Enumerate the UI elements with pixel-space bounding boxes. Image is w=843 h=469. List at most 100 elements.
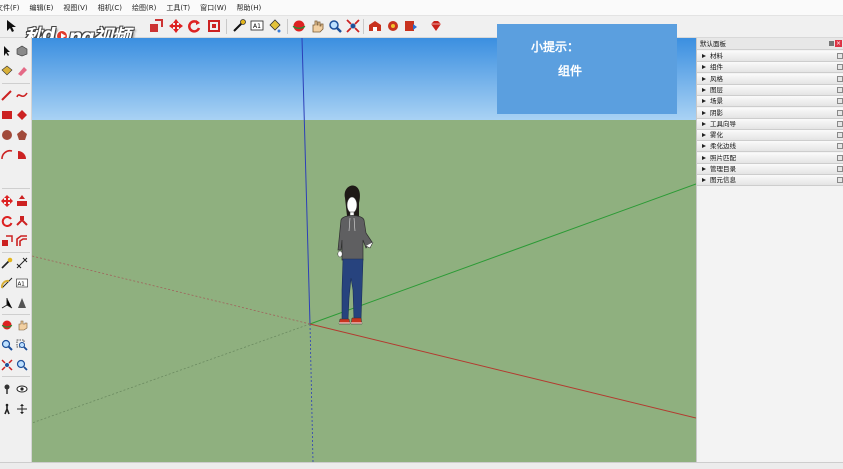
look-around-icon[interactable] [15,382,29,396]
select-arrow-icon[interactable] [3,18,19,34]
paint-bucket-icon[interactable] [0,64,14,78]
zoom-window-icon[interactable] [15,338,29,352]
pin-icon[interactable] [829,41,834,46]
tray-panel[interactable]: 材料 [697,51,843,62]
menu-draw[interactable]: 绘图(R) [130,2,158,14]
menu-view[interactable]: 视图(V) [61,2,89,14]
pan-icon[interactable] [309,18,325,34]
zoom-icon[interactable] [0,338,14,352]
panel-close-icon[interactable] [837,143,843,150]
freehand-icon[interactable] [15,88,29,102]
panel-close-icon[interactable] [837,109,843,116]
3d-text-icon[interactable] [15,296,29,310]
component-icon[interactable] [15,44,29,58]
warehouse-icon[interactable] [367,18,383,34]
menu-camera[interactable]: 相机(C) [96,2,124,14]
arc-icon[interactable] [0,148,14,162]
expand-arrow-icon[interactable] [702,99,706,104]
expand-arrow-icon[interactable] [702,87,706,92]
menu-tools[interactable]: 工具(T) [164,2,192,14]
section-plane-icon[interactable] [15,402,29,416]
position-camera-icon[interactable] [0,382,14,396]
zoom-icon[interactable] [327,18,343,34]
close-icon[interactable]: × [835,40,842,47]
orbit-icon[interactable] [291,18,307,34]
expand-arrow-icon[interactable] [702,155,706,160]
panel-close-icon[interactable] [837,132,843,139]
expand-arrow-icon[interactable] [702,121,706,126]
zoom-extents-icon[interactable] [0,358,14,372]
menu-bar: 文件(F) 编辑(E) 视图(V) 相机(C) 绘图(R) 工具(T) 窗口(W… [0,0,843,16]
line-icon[interactable] [0,88,14,102]
expand-arrow-icon[interactable] [702,54,706,58]
rotate-icon[interactable] [0,214,14,228]
pan-icon[interactable] [15,318,29,332]
zoom-extents-icon[interactable] [345,18,361,34]
send-layout-icon[interactable] [403,18,419,34]
expand-arrow-icon[interactable] [702,178,706,183]
move-icon[interactable] [168,18,184,34]
panel-close-icon[interactable] [837,120,843,127]
tray-panel[interactable]: 阴影 [697,107,843,119]
pushpull-icon[interactable] [15,194,29,208]
share-model-icon[interactable] [385,18,401,34]
menu-file[interactable]: 文件(F) [0,2,22,14]
tray-panel-label: 照片匹配 [710,153,736,162]
text-icon[interactable]: A1 [249,18,265,34]
panel-close-icon[interactable] [837,53,843,59]
tray-panel[interactable]: 柔化边线 [697,141,843,153]
tray-panel[interactable]: 图元信息 [697,175,843,187]
scale-icon[interactable] [0,234,14,248]
tape-measure-icon[interactable] [231,18,247,34]
offset-icon[interactable] [206,18,222,34]
scale-icon[interactable] [148,18,164,34]
dimension-icon[interactable] [15,256,29,270]
panel-close-icon[interactable] [837,75,843,82]
expand-arrow-icon[interactable] [702,65,706,70]
tray-panel[interactable]: 管理目录 [697,164,843,175]
polygon-icon[interactable] [15,128,29,142]
previous-view-icon[interactable] [15,358,29,372]
orbit-icon[interactable] [0,318,14,332]
panel-close-icon[interactable] [837,154,843,161]
menu-help[interactable]: 帮助(H) [234,2,263,14]
expand-arrow-icon[interactable] [702,167,706,171]
tray-panel[interactable]: 场景 [697,96,843,108]
rotate-icon[interactable] [186,18,202,34]
tray-panel[interactable]: 工具向导 [697,118,843,130]
eraser-icon[interactable] [15,64,29,78]
tray-panel[interactable]: 照片匹配 [697,152,843,164]
axes-icon[interactable] [0,296,14,310]
tape-measure-icon[interactable] [0,256,14,270]
protractor-icon[interactable] [0,276,14,290]
tray-panel[interactable]: 雾化 [697,130,843,142]
menu-window[interactable]: 窗口(W) [198,2,228,14]
move-icon[interactable] [0,194,14,208]
offset-icon[interactable] [15,234,29,248]
rotated-rectangle-icon[interactable] [15,108,29,122]
tray-panel[interactable]: 风格 [697,73,843,85]
expand-arrow-icon[interactable] [702,110,706,115]
panel-close-icon[interactable] [837,86,843,93]
tray-panel[interactable]: 图层 [697,84,843,96]
followme-icon[interactable] [15,214,29,228]
walk-icon[interactable] [0,402,14,416]
expand-arrow-icon[interactable] [702,144,706,149]
expand-arrow-icon[interactable] [702,76,706,81]
panel-close-icon[interactable] [837,177,843,184]
tray-panel-label: 柔化边线 [710,142,736,151]
pie-icon[interactable] [15,148,29,162]
panel-close-icon[interactable] [837,166,843,172]
paint-bucket-icon[interactable] [267,18,283,34]
panel-close-icon[interactable] [837,98,843,105]
tip-overlay: 小提示： 组件 [497,24,677,114]
panel-close-icon[interactable] [837,64,843,71]
menu-edit[interactable]: 编辑(E) [28,2,56,14]
select-arrow-icon[interactable] [0,44,14,58]
ruby-icon[interactable] [428,18,444,34]
rectangle-icon[interactable] [0,108,14,122]
circle-icon[interactable] [0,128,14,142]
tray-panel[interactable]: 组件 [697,62,843,74]
expand-arrow-icon[interactable] [702,133,706,138]
text-icon[interactable]: A1 [15,276,29,290]
